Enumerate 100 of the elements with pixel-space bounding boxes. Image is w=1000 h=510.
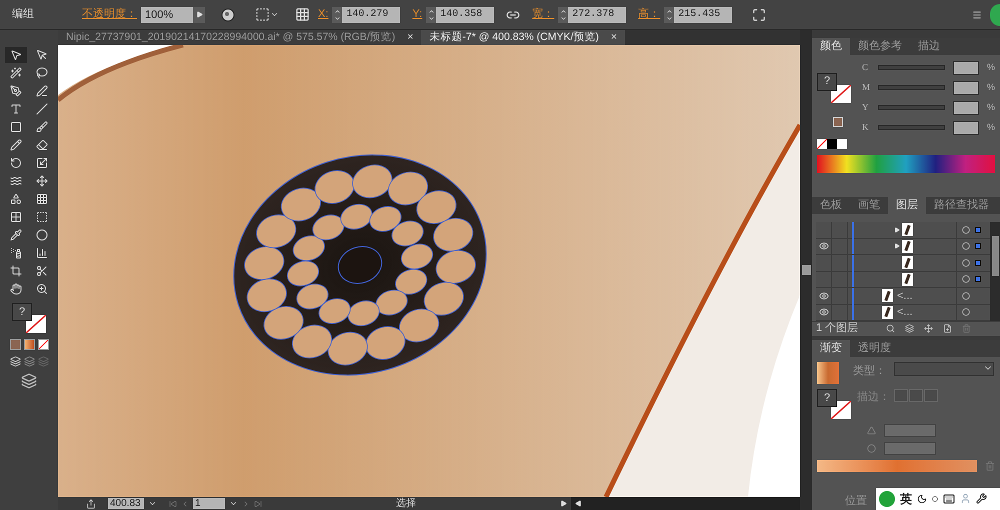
stroke-swatch[interactable] (26, 315, 46, 333)
preset-swatch[interactable] (827, 138, 837, 149)
panel-menu-icon[interactable] (972, 10, 982, 20)
panel-tab[interactable]: 颜色 (812, 38, 850, 55)
selection-marker[interactable] (975, 226, 981, 233)
channel-track[interactable] (878, 65, 945, 70)
color-mode-swatch[interactable] (10, 339, 20, 350)
none-slash-icon (831, 401, 851, 420)
channel-field[interactable] (952, 120, 979, 135)
ime-logo-icon[interactable] (879, 490, 895, 507)
dimension-label: 高： (638, 6, 660, 22)
align-icon[interactable] (255, 7, 270, 22)
layer-row[interactable] (816, 238, 990, 256)
keyboard-icon[interactable] (943, 492, 955, 505)
search-icon[interactable] (886, 324, 895, 334)
fill-swatch[interactable]: ? (817, 389, 837, 408)
preset-swatch[interactable] (837, 138, 847, 149)
dimension-field[interactable]: 272.378 (568, 6, 626, 22)
new-layer-icon[interactable] (943, 324, 952, 334)
reference-point-icon[interactable] (295, 7, 310, 22)
percent-label: % (986, 100, 995, 114)
selection-marker[interactable] (975, 276, 981, 282)
dimension-field[interactable]: 215.435 (674, 6, 732, 22)
last-color-swatch[interactable] (833, 116, 843, 127)
layer-row[interactable] (816, 255, 990, 272)
layer-thumbnail (882, 306, 893, 319)
none-mode-swatch[interactable] (38, 339, 48, 350)
spinner-icon[interactable] (664, 6, 674, 22)
expand-triangle-icon[interactable] (894, 226, 900, 233)
last-artboard-icon[interactable] (254, 500, 262, 508)
none-slash-icon (26, 315, 46, 333)
eye-icon[interactable] (818, 307, 828, 318)
channel-label: C (862, 60, 870, 74)
channel-field[interactable] (952, 100, 979, 115)
style-globe-icon[interactable] (221, 8, 235, 22)
fill-swatch[interactable]: ? (817, 72, 837, 91)
layers-scrollbar[interactable] (990, 222, 1000, 321)
caret-icon[interactable] (270, 10, 279, 19)
eye-icon[interactable] (818, 241, 828, 252)
spinner-icon[interactable] (332, 6, 342, 22)
channel-field[interactable] (952, 60, 979, 75)
angle-field[interactable] (884, 424, 936, 438)
aspect-field[interactable] (884, 442, 936, 456)
layer-name[interactable]: <... (897, 288, 913, 304)
first-artboard-icon[interactable] (169, 500, 177, 508)
gradient-preview-swatch[interactable] (817, 362, 839, 384)
selection-marker[interactable] (975, 260, 981, 266)
layer-row[interactable] (816, 272, 990, 288)
document-tab[interactable]: Nipic_27737901_20190214170228994000.ai* @ 575.57% (RGB/预览) × (58, 30, 422, 45)
layer-name[interactable]: <... (897, 304, 913, 321)
panel-tab[interactable]: 图层 (888, 197, 926, 214)
gradient-ramp[interactable] (817, 460, 977, 472)
stroke-swatch[interactable] (831, 401, 851, 420)
layer-row[interactable] (816, 222, 990, 239)
none-swatch[interactable] (817, 138, 827, 149)
selection-marker[interactable] (975, 243, 981, 250)
channel-track[interactable] (878, 125, 945, 130)
caret-icon[interactable] (148, 499, 157, 508)
document-tab[interactable]: 未标题-7* @ 400.83% (CMYK/预览) × (421, 30, 626, 45)
channel-track[interactable] (878, 85, 945, 90)
spinner-icon[interactable] (558, 6, 568, 22)
expand-triangle-icon[interactable] (894, 243, 900, 250)
panel-tab[interactable]: 渐变 (812, 340, 850, 358)
scroll-left-icon[interactable] (575, 500, 582, 507)
layer-thumbnail (902, 240, 913, 253)
wrench-icon[interactable] (976, 493, 987, 504)
layer-count: 1 个图层 (816, 321, 860, 336)
opacity-field[interactable]: 100% (141, 6, 193, 22)
aspect-icon (867, 444, 876, 454)
dimension-field[interactable]: 140.358 (436, 6, 494, 22)
eye-icon[interactable] (818, 290, 828, 301)
close-tab-button[interactable]: × (407, 30, 414, 46)
selection-tool-icon[interactable] (5, 47, 27, 63)
artboard-field[interactable]: 1 (193, 498, 225, 509)
next-artboard-icon[interactable] (242, 500, 250, 508)
channel-field[interactable] (952, 80, 979, 95)
spinner-icon[interactable] (426, 6, 436, 22)
close-tab-button[interactable]: × (610, 30, 618, 46)
status-menu-icon[interactable] (560, 500, 567, 507)
vertical-scrollbar[interactable] (800, 30, 812, 510)
moon-icon[interactable] (917, 494, 927, 504)
share-icon[interactable] (86, 498, 96, 508)
layer-row[interactable]: <... (816, 304, 990, 321)
fill-swatch[interactable]: ? (12, 303, 32, 321)
caret-icon[interactable] (229, 499, 238, 508)
transform-icon[interactable] (752, 8, 766, 22)
previous-artboard-icon[interactable] (181, 500, 189, 508)
floating-badge-icon (990, 4, 1000, 26)
dimension-label: X: (318, 7, 328, 22)
channel-track[interactable] (878, 105, 945, 110)
opacity-dropdown[interactable] (193, 6, 205, 22)
zoom-field[interactable]: 400.83 (108, 498, 144, 509)
horizontal-scrollbar[interactable] (571, 497, 800, 510)
color-spectrum[interactable] (817, 154, 995, 173)
dimension-field[interactable]: 140.279 (342, 6, 400, 22)
gradient-mode-swatch[interactable] (24, 339, 34, 350)
layer-row[interactable]: <... (816, 288, 990, 305)
language-toggle[interactable]: 英 (900, 490, 912, 508)
opacity-label: 不透明度： (82, 6, 137, 22)
position-label: 位置 (845, 494, 867, 510)
